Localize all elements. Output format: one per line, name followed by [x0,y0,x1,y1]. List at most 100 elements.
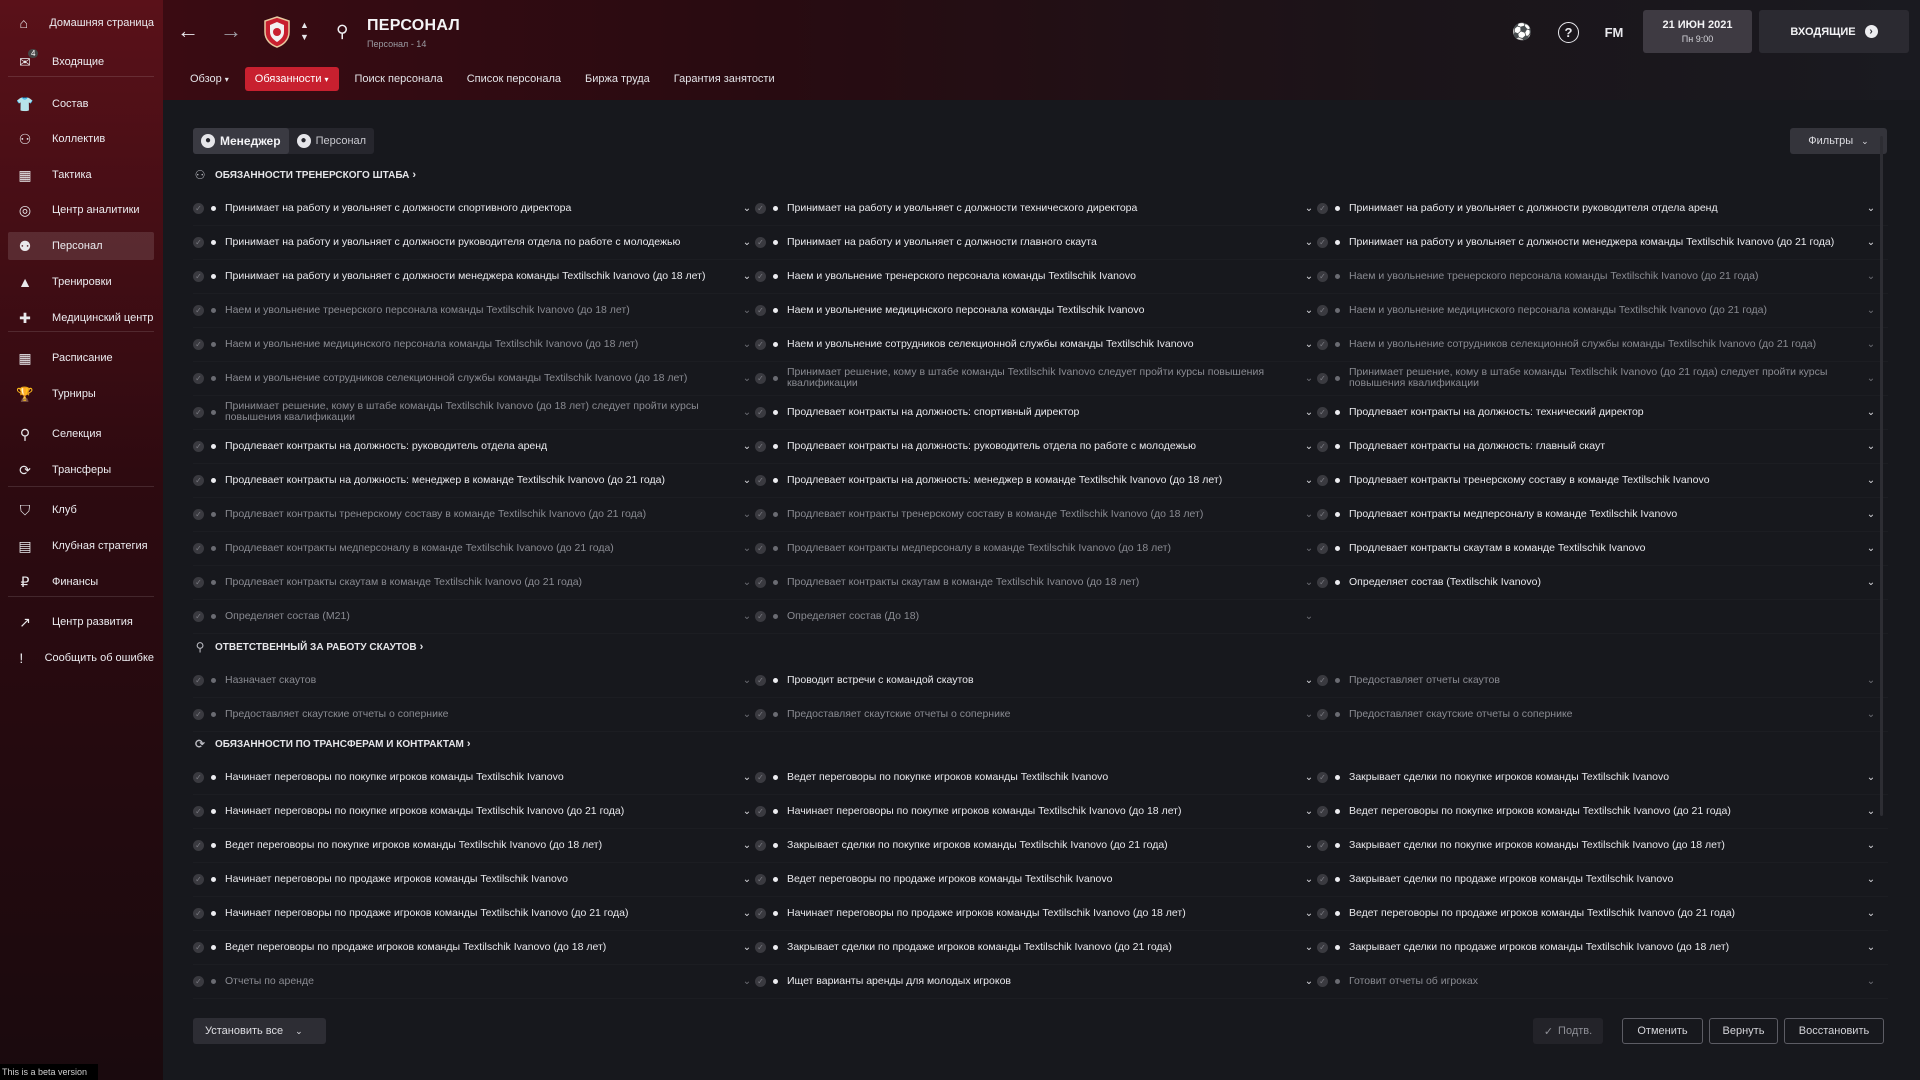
checkmark-icon[interactable]: ✓ [755,338,766,350]
sidebar-item-dynamics[interactable]: ⚇ Коллектив [8,125,154,153]
checkmark-icon[interactable]: ✓ [1317,304,1328,316]
assignee-dropdown-chevron-icon[interactable]: ⌄ [739,543,755,554]
checkmark-icon[interactable]: ✓ [755,576,766,588]
checkmark-icon[interactable]: ✓ [755,440,766,452]
assignee-dropdown-chevron-icon[interactable]: ⌄ [1301,203,1317,214]
assignee-dropdown-chevron-icon[interactable]: ⌄ [1301,840,1317,851]
checkmark-icon[interactable]: ✓ [755,202,766,214]
assignee-dropdown-chevron-icon[interactable]: ⌄ [1301,976,1317,987]
checkmark-icon[interactable]: ✓ [1317,406,1328,418]
assignee-dropdown-chevron-icon[interactable]: ⌄ [1863,475,1879,486]
checkmark-icon[interactable]: ✓ [1317,771,1328,783]
checkmark-icon[interactable]: ✓ [755,771,766,783]
assignee-dropdown-chevron-icon[interactable]: ⌄ [739,908,755,919]
assignee-dropdown-chevron-icon[interactable]: ⌄ [1301,271,1317,282]
checkmark-icon[interactable]: ✓ [755,270,766,282]
restore-button[interactable]: Восстановить [1784,1018,1884,1044]
fm-menu-button[interactable]: FM [1599,22,1629,44]
assignee-dropdown-chevron-icon[interactable]: ⌄ [1301,908,1317,919]
assignee-dropdown-chevron-icon[interactable]: ⌄ [739,577,755,588]
checkmark-icon[interactable]: ✓ [1317,907,1328,919]
assignee-dropdown-chevron-icon[interactable]: ⌄ [1863,509,1879,520]
checkmark-icon[interactable]: ✓ [193,975,204,987]
sidebar-item-squad[interactable]: 👕 Состав [8,90,154,118]
assignee-dropdown-chevron-icon[interactable]: ⌄ [739,373,755,384]
checkmark-icon[interactable]: ✓ [755,406,766,418]
assignee-dropdown-chevron-icon[interactable]: ⌄ [1301,772,1317,783]
checkmark-icon[interactable]: ✓ [193,270,204,282]
checkmark-icon[interactable]: ✓ [193,610,204,622]
assignee-dropdown-chevron-icon[interactable]: ⌄ [1863,305,1879,316]
assignee-dropdown-chevron-icon[interactable]: ⌄ [1301,942,1317,953]
checkmark-icon[interactable]: ✓ [1317,873,1328,885]
checkmark-icon[interactable]: ✓ [755,873,766,885]
checkmark-icon[interactable]: ✓ [1317,372,1328,384]
club-crest-icon[interactable] [263,16,291,48]
assignee-dropdown-chevron-icon[interactable]: ⌄ [739,305,755,316]
inbox-continue-button[interactable]: ВХОДЯЩИЕ › [1759,10,1909,53]
checkmark-icon[interactable]: ✓ [193,771,204,783]
assignee-dropdown-chevron-icon[interactable]: ⌄ [1863,908,1879,919]
assignee-dropdown-chevron-icon[interactable]: ⌄ [1863,441,1879,452]
checkmark-icon[interactable]: ✓ [755,907,766,919]
search-icon[interactable]: ⚲ [336,22,348,42]
assignee-dropdown-chevron-icon[interactable]: ⌄ [739,339,755,350]
assignee-dropdown-chevron-icon[interactable]: ⌄ [1863,577,1879,588]
assignee-dropdown-chevron-icon[interactable]: ⌄ [1863,942,1879,953]
assignee-dropdown-chevron-icon[interactable]: ⌄ [1301,475,1317,486]
sidebar-item-bug-report[interactable]: ! Сообщить об ошибке [8,644,154,672]
tab-2[interactable]: Поиск персонала [343,67,455,91]
checkmark-icon[interactable]: ✓ [1317,941,1328,953]
checkmark-icon[interactable]: ✓ [755,372,766,384]
checkmark-icon[interactable]: ✓ [1317,805,1328,817]
checkmark-icon[interactable]: ✓ [193,941,204,953]
checkmark-icon[interactable]: ✓ [755,474,766,486]
checkmark-icon[interactable]: ✓ [193,508,204,520]
tab-3[interactable]: Список персонала [455,67,573,91]
checkmark-icon[interactable]: ✓ [193,805,204,817]
revert-button[interactable]: Вернуть [1709,1018,1778,1044]
checkmark-icon[interactable]: ✓ [193,202,204,214]
tab-4[interactable]: Биржа труда [573,67,662,91]
sidebar-item-analytics[interactable]: ◎ Центр аналитики [8,196,154,224]
checkmark-icon[interactable]: ✓ [755,508,766,520]
assignee-dropdown-chevron-icon[interactable]: ⌄ [1863,806,1879,817]
assignee-dropdown-chevron-icon[interactable]: ⌄ [1301,441,1317,452]
assignee-dropdown-chevron-icon[interactable]: ⌄ [1863,203,1879,214]
checkmark-icon[interactable]: ✓ [755,304,766,316]
assignee-dropdown-chevron-icon[interactable]: ⌄ [739,806,755,817]
assignee-dropdown-chevron-icon[interactable]: ⌄ [739,772,755,783]
sidebar-item-tactics[interactable]: ▦ Тактика [8,161,154,189]
world-ball-icon[interactable]: ⚽ [1511,22,1533,44]
assignee-dropdown-chevron-icon[interactable]: ⌄ [1863,237,1879,248]
assignee-dropdown-chevron-icon[interactable]: ⌄ [739,942,755,953]
checkmark-icon[interactable]: ✓ [193,708,204,720]
assignee-dropdown-chevron-icon[interactable]: ⌄ [1863,339,1879,350]
help-icon[interactable]: ? [1558,22,1580,44]
assignee-dropdown-chevron-icon[interactable]: ⌄ [1863,976,1879,987]
filters-button[interactable]: Фильтры ⌄ [1790,128,1887,154]
checkmark-icon[interactable]: ✓ [755,839,766,851]
checkmark-icon[interactable]: ✓ [1317,338,1328,350]
checkmark-icon[interactable]: ✓ [1317,975,1328,987]
sidebar-item-trophy[interactable]: 🏆 Турниры [8,380,154,408]
cancel-button[interactable]: Отменить [1622,1018,1703,1044]
tab-0[interactable]: Обзор ▾ [178,67,241,91]
sidebar-item-transfers[interactable]: ⟳ Трансферы [8,456,154,484]
vertical-scrollbar[interactable] [1880,136,1883,816]
assignee-dropdown-chevron-icon[interactable]: ⌄ [1863,543,1879,554]
checkmark-icon[interactable]: ✓ [755,236,766,248]
forward-arrow-icon[interactable]: → [219,20,243,44]
checkmark-icon[interactable]: ✓ [755,805,766,817]
sidebar-item-development[interactable]: ↗ Центр развития [8,608,154,636]
assignee-dropdown-chevron-icon[interactable]: ⌄ [739,874,755,885]
checkmark-icon[interactable]: ✓ [755,975,766,987]
checkmark-icon[interactable]: ✓ [193,873,204,885]
checkmark-icon[interactable]: ✓ [193,576,204,588]
checkmark-icon[interactable]: ✓ [193,406,204,418]
checkmark-icon[interactable]: ✓ [193,839,204,851]
checkmark-icon[interactable]: ✓ [1317,674,1328,686]
assignee-dropdown-chevron-icon[interactable]: ⌄ [739,237,755,248]
sidebar-item-scouting[interactable]: ⚲ Селекция [8,420,154,448]
checkmark-icon[interactable]: ✓ [1317,236,1328,248]
